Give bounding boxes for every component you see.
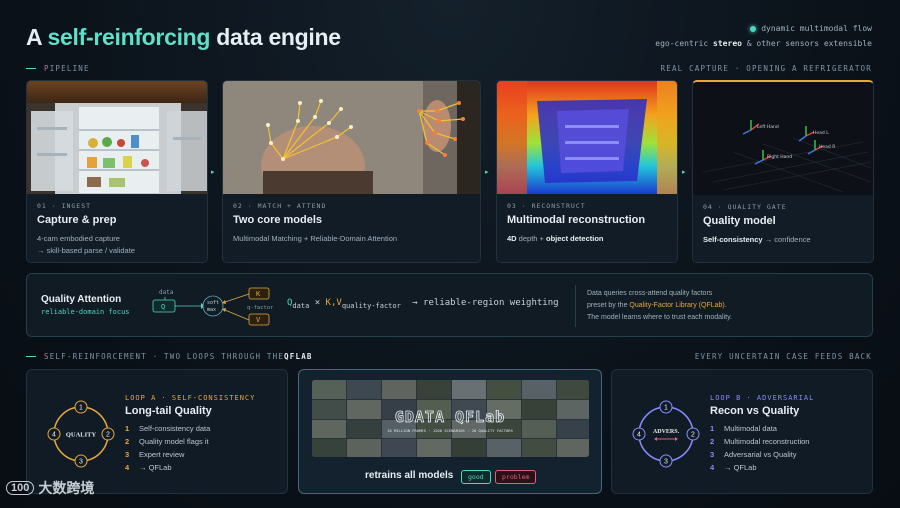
adversarial-arrows-icon [654, 437, 678, 441]
list-item: 4 → QFLab [710, 463, 757, 472]
loop-b-center: ADVERS. [653, 429, 680, 435]
svg-text:1: 1 [664, 405, 668, 412]
attention-diagram: data Q soft max K V q-factor [152, 287, 274, 326]
qflab-banner-image: GDATA QFLab 10 MILLION FRAMES · 1200 SCE… [312, 380, 589, 457]
qflab-card[interactable]: GDATA QFLab 10 MILLION FRAMES · 1200 SCE… [298, 369, 602, 494]
step-description: 4D depth + object detection [507, 234, 604, 243]
svg-text:4: 4 [52, 432, 56, 439]
loop-a-center: QUALITY [66, 432, 97, 439]
flow-indicator: dynamic multimodal flow [750, 24, 872, 33]
watermark-text: 大数跨境 [38, 480, 95, 496]
sensor-note: ego-centric stereo & other sensors exten… [655, 39, 872, 48]
list-item: 2 Quality model flags it [125, 437, 209, 446]
left-hand-label: Left Hand [757, 124, 779, 130]
loop-b-label: LOOP B · ADVERSARIAL [710, 394, 815, 402]
pipeline-right-label: REAL CAPTURE · OPENING A REFRIGERATOR [660, 64, 872, 73]
qflab-caption: retrains all models [365, 470, 454, 481]
loop-a-card[interactable]: 1 2 3 4 QUALITY LOOP A · SELF-CONSISTENC… [26, 369, 288, 494]
pipeline-card-match[interactable]: 02 · MATCH + ATTEND Two core models Mult… [222, 80, 481, 263]
softmax-node [202, 295, 224, 317]
depth-map-image [497, 81, 677, 194]
step-description: 4-cam embodied capture → skill-based par… [37, 234, 135, 255]
right-hand-label: Right Hand [767, 154, 792, 160]
fridge-capture-image [27, 81, 207, 194]
loop-b-title: Recon vs Quality [710, 405, 800, 417]
svg-text:q-factor: q-factor [247, 305, 274, 311]
attention-note: Data queries cross-attend quality factor… [587, 290, 732, 321]
list-item: 1 Self-consistency data [125, 424, 211, 433]
step-number: 02 · MATCH + ATTEND [233, 202, 327, 210]
pipeline-card-ingest[interactable]: 01 · INGEST Capture & prep 4-cam embodie… [26, 80, 208, 263]
page-title: A self-reinforcing data engine [26, 24, 341, 50]
qa-subtitle: reliable-domain focus [41, 308, 130, 316]
status-dot-icon [750, 25, 757, 32]
qflab-banner-subtitle: 10 MILLION FRAMES · 1200 SCENARIOS · 20 … [387, 428, 513, 433]
step-name: Capture & prep [37, 214, 117, 226]
reinforcement-right-label: EVERY UNCERTAIN CASE FEEDS BACK [694, 352, 872, 361]
svg-text:max: max [207, 307, 216, 313]
list-item: 4 → QFLab [125, 463, 172, 472]
svg-text:3: 3 [664, 459, 668, 466]
svg-text:2: 2 [106, 432, 110, 439]
head-l-label: Head L [813, 130, 829, 136]
arrow-right-icon: ▸ [682, 169, 686, 176]
qa-title: Quality Attention [41, 294, 122, 305]
step-number: 04 · QUALITY GATE [703, 203, 787, 211]
qflab-banner-title: GDATA QFLab [395, 408, 505, 426]
svg-text:2: 2 [691, 432, 695, 439]
attention-formula: Qdata × K,Vquality-factor → reliable-reg… [287, 298, 559, 310]
list-item: 3 Expert review [125, 450, 185, 459]
step-name: Two core models [233, 214, 323, 226]
pipeline-label: PIPELINE [26, 64, 90, 73]
loop-a-label: LOOP A · SELF-CONSISTENCY [125, 394, 256, 402]
title-highlight: self-reinforcing [47, 24, 211, 50]
arrow-right-icon: ▸ [485, 169, 489, 176]
tag-problem: problem [495, 470, 537, 484]
loop-b-steps: 1 Multimodal data 2 Multimodal reconstruct… [710, 422, 809, 474]
svg-text:soft: soft [207, 300, 219, 306]
pipeline-card-quality[interactable]: Left Hand Head L Right Hand Head R 04 · … [692, 80, 874, 263]
quality-attention-panel: Quality Attention reliable-domain focus … [26, 273, 873, 337]
q-label: Q [161, 303, 165, 311]
hand-tracking-image [223, 81, 480, 194]
step-description: Multimodal Matching + Reliable-Domain At… [233, 234, 398, 243]
head-r-label: Head R [819, 144, 835, 150]
step-number: 03 · RECONSTRUCT [507, 202, 586, 210]
list-item: 1 Multimodal data [710, 424, 777, 433]
loop-b-cycle-icon: 1 2 3 4 ADVERS. [632, 400, 700, 468]
list-item: 2 Multimodal reconstruction [710, 437, 810, 446]
svg-text:1: 1 [79, 405, 83, 412]
step-name: Multimodal reconstruction [507, 214, 646, 226]
watermark-logo: 100 [6, 481, 35, 495]
pipeline-card-reconstruct[interactable]: 03 · RECONSTRUCT Multimodal reconstructi… [496, 80, 678, 263]
step-number: 01 · INGEST [37, 202, 92, 210]
qflab-link[interactable]: Quality-Factor Library (QFLab) [629, 302, 724, 309]
reinforcement-label: SELF-REINFORCEMENT · TWO LOOPS THROUGH T… [26, 352, 313, 361]
step-name: Quality model [703, 215, 776, 227]
data-label: data [159, 289, 174, 296]
loop-b-card[interactable]: 1 2 3 4 ADVERS. LOOP B · ADVERSARIAL Rec… [611, 369, 873, 494]
arrow-right-icon: ▸ [211, 169, 215, 176]
watermark: 100 大数跨境 [6, 478, 94, 498]
pose-scene-image: Left Hand Head L Right Hand Head R [693, 82, 873, 195]
loop-a-cycle-icon: 1 2 3 4 QUALITY [47, 400, 115, 468]
loop-a-title: Long-tail Quality [125, 405, 212, 417]
list-item: 3 Adversarial vs Quality [710, 450, 797, 459]
step-description: Self-consistency → confidence [703, 235, 811, 244]
svg-text:4: 4 [637, 432, 641, 439]
tag-good: good [461, 470, 491, 484]
svg-text:3: 3 [79, 459, 83, 466]
loop-a-steps: 1 Self-consistency data 2 Quality model fl… [125, 422, 210, 474]
